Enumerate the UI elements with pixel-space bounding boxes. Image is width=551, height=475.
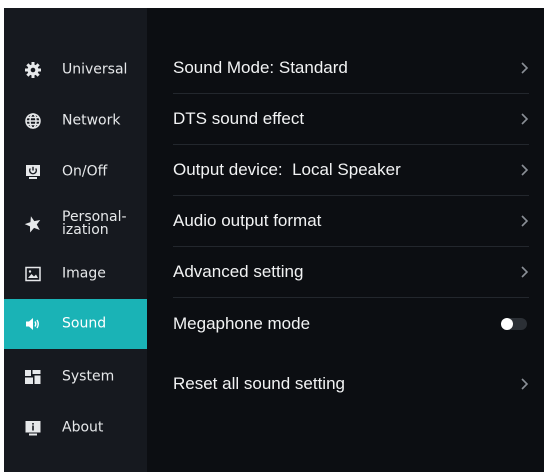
image-icon: [24, 265, 42, 283]
dts-sound-effect-row[interactable]: DTS sound effect: [173, 93, 529, 145]
sidebar-item-universal[interactable]: Universal: [4, 45, 147, 95]
chevron-right-icon: [521, 62, 529, 74]
grid-icon: [24, 368, 42, 386]
sidebar-item-personalization[interactable]: Personal- ization: [4, 199, 147, 249]
sidebar-item-about[interactable]: About: [4, 403, 147, 453]
reset-all-sound-setting-row[interactable]: Reset all sound setting: [173, 358, 529, 410]
sound-settings-list: Sound Mode: Standard DTS sound effect Ou…: [147, 8, 544, 472]
globe-icon: [24, 112, 42, 130]
output-device-row[interactable]: Output device: Local Speaker: [173, 144, 529, 196]
sidebar-item-network[interactable]: Network: [4, 96, 147, 146]
chevron-right-icon: [521, 164, 529, 176]
sidebar: Universal Network On/Off Personal- izati…: [4, 8, 147, 472]
audio-output-format-row[interactable]: Audio output format: [173, 195, 529, 247]
row-label: Output device: Local Speaker: [173, 160, 401, 179]
megaphone-mode-row[interactable]: Megaphone mode: [173, 298, 529, 350]
chevron-right-icon: [521, 266, 529, 278]
row-label: DTS sound effect: [173, 109, 305, 128]
sidebar-item-on-off[interactable]: On/Off: [4, 147, 147, 197]
speaker-icon: [24, 315, 42, 333]
power-icon: [24, 163, 42, 181]
sidebar-item-label: System: [62, 368, 115, 385]
settings-panel: Universal Network On/Off Personal- izati…: [4, 8, 544, 472]
sidebar-item-label: Universal: [62, 61, 128, 78]
info-icon: [24, 419, 42, 437]
row-label: Reset all sound setting: [173, 374, 345, 393]
sidebar-item-label: Personal- ization: [62, 209, 127, 238]
chevron-right-icon: [521, 215, 529, 227]
sidebar-item-label: Sound: [62, 315, 107, 332]
sound-mode-row[interactable]: Sound Mode: Standard: [173, 42, 529, 94]
sidebar-item-label: About: [62, 419, 104, 436]
row-label: Sound Mode: Standard: [173, 58, 348, 77]
row-label: Advanced setting: [173, 262, 304, 281]
sidebar-item-image[interactable]: Image: [4, 249, 147, 299]
toggle-knob: [501, 318, 513, 330]
star-icon: [24, 215, 42, 233]
gear-icon: [24, 61, 42, 79]
row-label: Audio output format: [173, 211, 322, 230]
row-label: Megaphone mode: [173, 314, 311, 333]
sidebar-item-label: Network: [62, 112, 121, 129]
sidebar-item-sound[interactable]: Sound: [4, 299, 147, 349]
advanced-setting-row[interactable]: Advanced setting: [173, 246, 529, 298]
sidebar-item-label: Image: [62, 265, 106, 282]
chevron-right-icon: [521, 378, 529, 390]
sidebar-item-system[interactable]: System: [4, 352, 147, 402]
sidebar-item-label: On/Off: [62, 163, 108, 180]
chevron-right-icon: [521, 113, 529, 125]
megaphone-mode-toggle[interactable]: [501, 318, 527, 330]
